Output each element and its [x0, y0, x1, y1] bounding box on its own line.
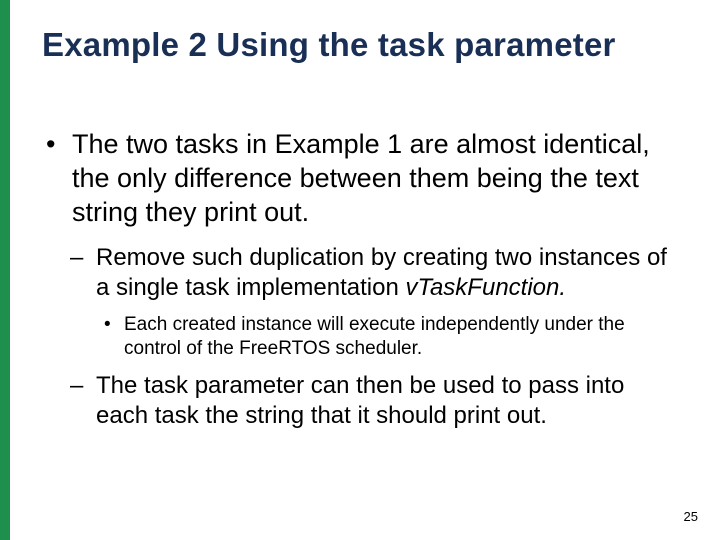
slide: Example 2 Using the task parameter The t…	[0, 0, 720, 540]
bullet-text: Each created instance will execute indep…	[124, 314, 625, 359]
bullet-level1: The two tasks in Example 1 are almost id…	[42, 128, 682, 229]
bullet-level3: Each created instance will execute indep…	[42, 313, 682, 361]
bullet-text: The task parameter can then be used to p…	[96, 372, 624, 429]
slide-body: The two tasks in Example 1 are almost id…	[42, 128, 682, 441]
side-accent-bar	[0, 0, 10, 540]
bullet-level2: Remove such duplication by creating two …	[42, 243, 682, 303]
bullet-text: Remove such duplication by creating two …	[96, 244, 667, 301]
page-number: 25	[684, 509, 698, 524]
bullet-level2: The task parameter can then be used to p…	[42, 371, 682, 431]
bullet-text-italic: vTaskFunction.	[406, 274, 567, 301]
bullet-text: The two tasks in Example 1 are almost id…	[72, 129, 650, 227]
slide-title: Example 2 Using the task parameter	[42, 26, 682, 64]
